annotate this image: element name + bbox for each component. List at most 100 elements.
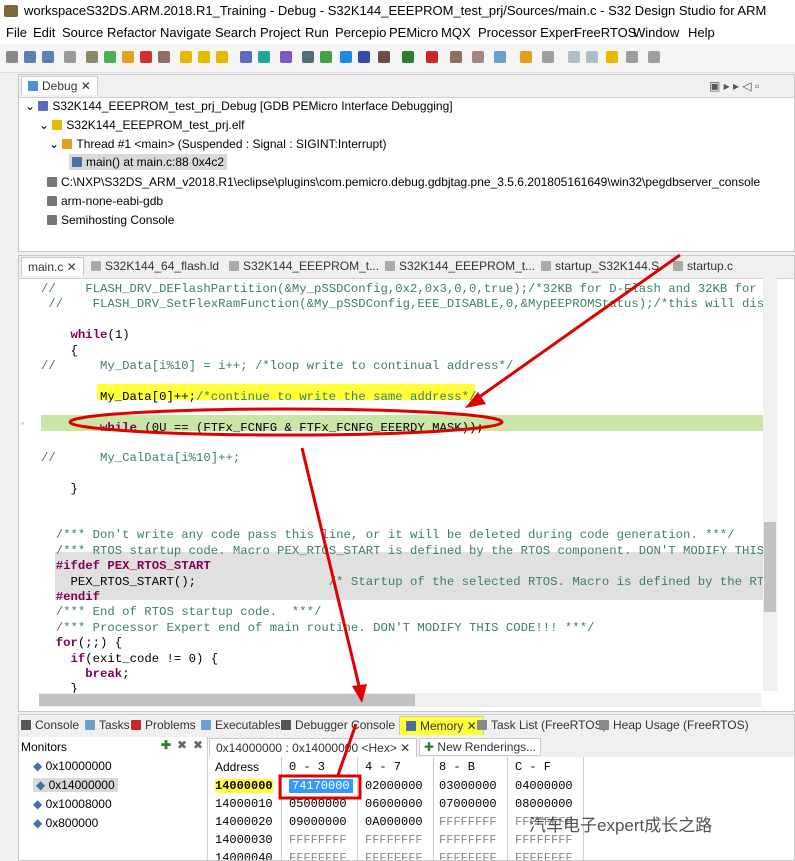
- tree-item-gdb[interactable]: arm-none-eabi-gdb: [47, 194, 163, 208]
- hscrollbar-thumb[interactable]: [39, 694, 415, 706]
- menu-project[interactable]: Project: [260, 25, 300, 40]
- memory-cell[interactable]: FFFFFFFF: [439, 833, 497, 847]
- memory-cell[interactable]: 09000000: [289, 815, 347, 829]
- memory-cell[interactable]: 06000000: [365, 797, 423, 811]
- memory-cell[interactable]: 04000000: [515, 779, 573, 793]
- tab-debugger-console[interactable]: Debugger Console: [281, 718, 395, 732]
- vertical-scrollbar[interactable]: [763, 278, 777, 691]
- step-return-icon[interactable]: [216, 51, 228, 63]
- memory-cell[interactable]: 0A000000: [365, 815, 423, 829]
- tab-executables[interactable]: Executables: [201, 718, 280, 732]
- code-line: #ifdef PEX_RTOS_START: [41, 559, 211, 574]
- monitor-item[interactable]: ◆ 0x10008000: [33, 797, 112, 811]
- menu-source[interactable]: Source: [62, 25, 103, 40]
- build-icon[interactable]: [64, 51, 76, 63]
- terminate-icon[interactable]: [140, 51, 152, 63]
- menu-freertos[interactable]: FreeRTOS: [574, 25, 636, 40]
- tree-item-frame[interactable]: main() at main.c:88 0x4c2: [69, 154, 228, 170]
- suspend-icon[interactable]: [122, 51, 134, 63]
- remove-monitor-icon[interactable]: ✖: [177, 738, 187, 752]
- search-icon[interactable]: [472, 51, 484, 63]
- memory-cell[interactable]: 02000000: [365, 779, 423, 793]
- tab-tasks[interactable]: Tasks: [85, 718, 130, 732]
- save-icon[interactable]: [24, 51, 36, 63]
- menu-edit[interactable]: Edit: [33, 25, 55, 40]
- tab-eeeprom-2[interactable]: S32K144_EEEPROM_t...: [385, 259, 535, 273]
- menu-navigate[interactable]: Navigate: [160, 25, 211, 40]
- menu-pemicro[interactable]: PEMicro: [389, 25, 438, 40]
- tab-debug[interactable]: Debug ✕: [21, 76, 98, 95]
- tab-memory[interactable]: Memory ✕: [399, 716, 484, 735]
- pin-icon[interactable]: [542, 51, 554, 63]
- restart-icon[interactable]: [280, 51, 292, 63]
- resume-icon[interactable]: [104, 51, 116, 63]
- menu-search[interactable]: Search: [215, 25, 256, 40]
- remove-all-icon[interactable]: ✖: [193, 738, 203, 752]
- tab-heap-usage[interactable]: Heap Usage (FreeRTOS): [599, 718, 749, 732]
- memory-cell[interactable]: FFFFFFFF: [439, 815, 497, 829]
- tab-startup-c[interactable]: startup.c: [673, 259, 733, 273]
- menu-refactor[interactable]: Refactor: [107, 25, 156, 40]
- horizontal-scrollbar[interactable]: [39, 693, 761, 707]
- menu-run[interactable]: Run: [305, 25, 329, 40]
- tab-main-c[interactable]: main.c ✕: [21, 257, 84, 276]
- monitor-item[interactable]: ◆ 0x10000000: [33, 759, 112, 773]
- code-line: // My_CalData[i%10]++;: [41, 451, 241, 466]
- tree-item-thread[interactable]: ⌄ Thread #1 <main> (Suspended : Signal :…: [49, 137, 387, 151]
- tree-item-launch[interactable]: ⌄ S32K144_EEEPROM_test_prj_Debug [GDB PE…: [25, 99, 453, 113]
- debug-config-icon[interactable]: [302, 51, 314, 63]
- tab-rendering-hex[interactable]: 0x14000000 : 0x14000000 <Hex> ✕: [209, 738, 418, 757]
- tree-item-elf[interactable]: ⌄ S32K144_EEEPROM_test_prj.elf: [39, 118, 245, 132]
- next-annotation-icon[interactable]: [568, 51, 580, 63]
- tree-item-server[interactable]: C:\NXP\S32DS_ARM_v2018.R1\eclipse\plugin…: [47, 175, 760, 189]
- processor-expert-icon[interactable]: [340, 51, 352, 63]
- save-all-icon[interactable]: [42, 51, 54, 63]
- step-into-icon[interactable]: [180, 51, 192, 63]
- skip-breakpoints-icon[interactable]: [86, 51, 98, 63]
- tab-problems[interactable]: Problems: [131, 718, 196, 732]
- memory-cell[interactable]: 08000000: [515, 797, 573, 811]
- process-icon: [47, 177, 57, 187]
- debug-icon[interactable]: [320, 51, 332, 63]
- scrollbar-thumb[interactable]: [764, 522, 776, 612]
- memory-cell[interactable]: 03000000: [439, 779, 497, 793]
- memory-cell[interactable]: 74170000: [289, 779, 353, 793]
- memory-cell[interactable]: 05000000: [289, 797, 347, 811]
- annotation-icon[interactable]: [494, 51, 506, 63]
- debug-view-toolbar[interactable]: ▣ ▸ ▸ ◁ ▫: [709, 79, 759, 93]
- memory-cell[interactable]: FFFFFFFF: [289, 833, 347, 847]
- freertos-icon[interactable]: [358, 51, 370, 63]
- step-over-icon[interactable]: [198, 51, 210, 63]
- tab-task-list[interactable]: Task List (FreeRTOS): [477, 718, 607, 732]
- last-edit-icon[interactable]: [606, 51, 618, 63]
- settings-icon[interactable]: [378, 51, 390, 63]
- memory-cell[interactable]: 07000000: [439, 797, 497, 811]
- menu-window[interactable]: Window: [633, 25, 679, 40]
- external-tools-icon[interactable]: [426, 51, 438, 63]
- tree-item-semihosting[interactable]: Semihosting Console: [47, 213, 174, 227]
- menu-percepio[interactable]: Percepio: [335, 25, 386, 40]
- memory-cell[interactable]: FFFFFFFF: [365, 833, 423, 847]
- menu-mqx[interactable]: MQX: [441, 25, 471, 40]
- run-icon[interactable]: [402, 51, 414, 63]
- menu-file[interactable]: File: [6, 25, 27, 40]
- instruction-step-icon[interactable]: [240, 51, 252, 63]
- add-monitor-icon[interactable]: ✚: [161, 738, 171, 752]
- prev-annotation-icon[interactable]: [586, 51, 598, 63]
- monitor-item-selected[interactable]: ◆ 0x14000000: [33, 778, 118, 792]
- new-icon[interactable]: [6, 51, 18, 63]
- tab-new-renderings[interactable]: ✚ New Renderings...: [419, 738, 542, 756]
- menu-processor-expert[interactable]: Processor Expert: [478, 25, 578, 40]
- open-type-icon[interactable]: [450, 51, 462, 63]
- tab-eeeprom-1[interactable]: S32K144_EEEPROM_t...: [229, 259, 379, 273]
- disconnect-icon[interactable]: [158, 51, 170, 63]
- edit-icon[interactable]: [520, 51, 532, 63]
- menu-help[interactable]: Help: [688, 25, 715, 40]
- reset-icon[interactable]: [258, 51, 270, 63]
- tab-startup-s[interactable]: startup_S32K144.S: [541, 259, 659, 273]
- tab-console[interactable]: Console: [21, 718, 79, 732]
- back-icon[interactable]: [626, 51, 638, 63]
- monitor-item[interactable]: ◆ 0x800000: [33, 816, 98, 830]
- tab-flash-ld[interactable]: S32K144_64_flash.ld: [91, 259, 219, 273]
- forward-icon[interactable]: [648, 51, 660, 63]
